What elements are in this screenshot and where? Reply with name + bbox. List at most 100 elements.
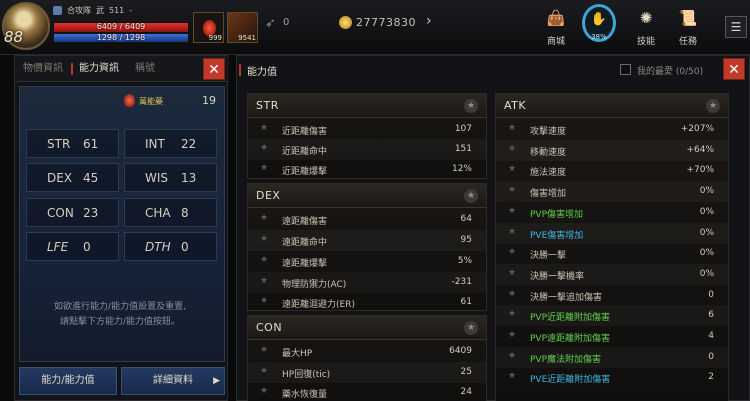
star-icon[interactable]: ★: [260, 143, 268, 153]
favorites-label: 我的最愛 (0/50): [637, 67, 704, 77]
row-name: 近距離爆擊: [282, 167, 328, 177]
stat-row: ★ PVP近距離附加傷害 6: [496, 305, 728, 326]
star-icon[interactable]: ★: [508, 351, 516, 361]
favorite-star-icon[interactable]: ★: [464, 189, 478, 203]
star-icon[interactable]: ★: [260, 255, 268, 265]
star-icon[interactable]: ★: [260, 366, 268, 376]
star-icon[interactable]: ★: [260, 386, 268, 396]
detail-button-label: 詳細資料: [153, 375, 193, 386]
stat-dex: DEX 45: [26, 163, 119, 192]
row-value: 0: [708, 289, 714, 300]
tab-price-info[interactable]: 物價資訊: [15, 56, 71, 81]
star-icon[interactable]: ★: [260, 296, 268, 306]
shop-button[interactable]: 👜 商城: [536, 5, 576, 51]
tab-bar: 物價資訊 能力資訊 稱號: [15, 56, 229, 82]
item-count: 9541: [238, 34, 256, 42]
stat-row: ★ 決勝一擊機率 0%: [496, 264, 728, 285]
star-icon[interactable]: ★: [508, 289, 516, 299]
row-name: 物理防禦力(AC): [282, 280, 347, 290]
row-value: +70%: [686, 165, 714, 176]
star-icon[interactable]: ★: [508, 123, 516, 133]
row-name: 近距離命中: [282, 147, 328, 157]
row-name: 藥水恢復量: [282, 390, 328, 400]
stat-key: DTH: [145, 240, 171, 254]
bag-icon: 👜: [546, 9, 566, 27]
row-name: 決勝一擊機率: [530, 271, 585, 282]
favorite-star-icon[interactable]: ★: [464, 321, 478, 335]
status-item-3: 511: [109, 5, 125, 15]
favorite-star-icon[interactable]: ★: [464, 99, 478, 113]
potion-count: 999: [208, 34, 222, 42]
star-icon[interactable]: ★: [508, 206, 516, 216]
close-right-panel-button[interactable]: ✕: [723, 58, 745, 80]
stat-key: WIS: [145, 171, 169, 185]
stat-row: ★ 近距離傷害 107: [248, 119, 486, 140]
tab-title[interactable]: 稱號: [127, 56, 163, 81]
row-name: 最大HP: [282, 349, 313, 359]
section-title: DEX: [256, 189, 281, 202]
star-icon[interactable]: ★: [260, 276, 268, 286]
stat-cha: CHA 8: [124, 198, 217, 227]
star-icon[interactable]: ★: [508, 371, 516, 381]
status-item-2: 武: [96, 5, 104, 15]
play-icon: ▶: [213, 376, 220, 386]
stat-row: ★ 遠距離爆擊 5%: [248, 251, 486, 272]
potion-slot[interactable]: 999: [193, 12, 224, 43]
chevron-right-icon[interactable]: ›: [426, 13, 432, 29]
favorites-checkbox[interactable]: [620, 64, 631, 75]
stat-key: LFE: [47, 240, 69, 254]
skill-label: 技能: [636, 37, 655, 47]
star-icon[interactable]: ★: [508, 309, 516, 319]
status-item-4: -: [129, 5, 133, 15]
favorite-star-icon[interactable]: ★: [706, 99, 720, 113]
quest-icon: 📜: [678, 9, 698, 27]
star-icon[interactable]: ★: [508, 330, 516, 340]
stat-row: ★ 決勝一擊 0%: [496, 243, 728, 264]
star-icon[interactable]: ★: [508, 164, 516, 174]
detail-button[interactable]: 詳細資料 ▶: [121, 367, 225, 395]
star-icon[interactable]: ★: [260, 234, 268, 244]
stat-value: 23: [83, 206, 99, 220]
ability-button[interactable]: 能力/能力值: [19, 367, 117, 395]
skill-icon: ✺: [639, 9, 653, 27]
section-con: CON ★ ★ 最大HP 6409 ★ HP回復(tic) 25 ★ 藥水恢復量…: [247, 315, 487, 401]
close-left-panel-button[interactable]: ✕: [203, 58, 225, 80]
star-icon[interactable]: ★: [508, 227, 516, 237]
progress-ring-button[interactable]: ✋ 38%: [582, 4, 616, 42]
stat-row: ★ 物理防禦力(AC) -231: [248, 272, 486, 293]
star-icon[interactable]: ★: [508, 268, 516, 278]
mp-label: 1298 / 1298: [96, 33, 146, 42]
star-icon[interactable]: ★: [508, 144, 516, 154]
row-value: 64: [460, 214, 472, 224]
row-name: 移動速度: [530, 147, 567, 158]
row-value: 0%: [699, 227, 714, 238]
star-icon[interactable]: ★: [260, 213, 268, 223]
star-icon[interactable]: ★: [260, 345, 268, 355]
star-icon[interactable]: ★: [260, 123, 268, 133]
menu-icon[interactable]: ☰: [725, 16, 747, 38]
shop-label: 商城: [546, 37, 565, 47]
row-value: 0%: [699, 248, 714, 259]
quest-button[interactable]: 📜 任務: [668, 5, 708, 51]
item-slot[interactable]: 9541: [227, 12, 258, 43]
stat-key: CON: [47, 206, 74, 220]
tab-ability-info[interactable]: 能力資訊: [71, 56, 127, 81]
top-hud: 88 合攻隊 武 511 - 6409 / 6409 1298 / 1298 9…: [0, 0, 750, 55]
stat-row: ★ PVE傷害增加 0%: [496, 223, 728, 244]
row-name: PVP傷害增加: [530, 209, 584, 220]
stat-row: ★ 近距離爆擊 12%: [248, 159, 486, 180]
section-header: DEX ★: [248, 184, 486, 208]
row-value: 6: [708, 310, 714, 321]
stat-value: 45: [83, 171, 99, 185]
stat-value: 0: [181, 240, 189, 254]
star-icon[interactable]: ★: [508, 185, 516, 195]
skill-button[interactable]: ✺ 技能: [626, 5, 666, 51]
stat-key: DEX: [47, 171, 73, 185]
star-icon[interactable]: ★: [260, 163, 268, 173]
reset-hint: 如欲進行能力/能力值設置及重置, 請點擊下方能力/能力值按鈕。: [25, 300, 215, 330]
arrow-icon: ➶: [265, 16, 276, 31]
stat-wis: WIS 13: [124, 163, 217, 192]
stat-value: 61: [83, 137, 99, 151]
star-icon[interactable]: ★: [508, 247, 516, 257]
row-name: PVP魔法附加傷害: [530, 354, 602, 365]
